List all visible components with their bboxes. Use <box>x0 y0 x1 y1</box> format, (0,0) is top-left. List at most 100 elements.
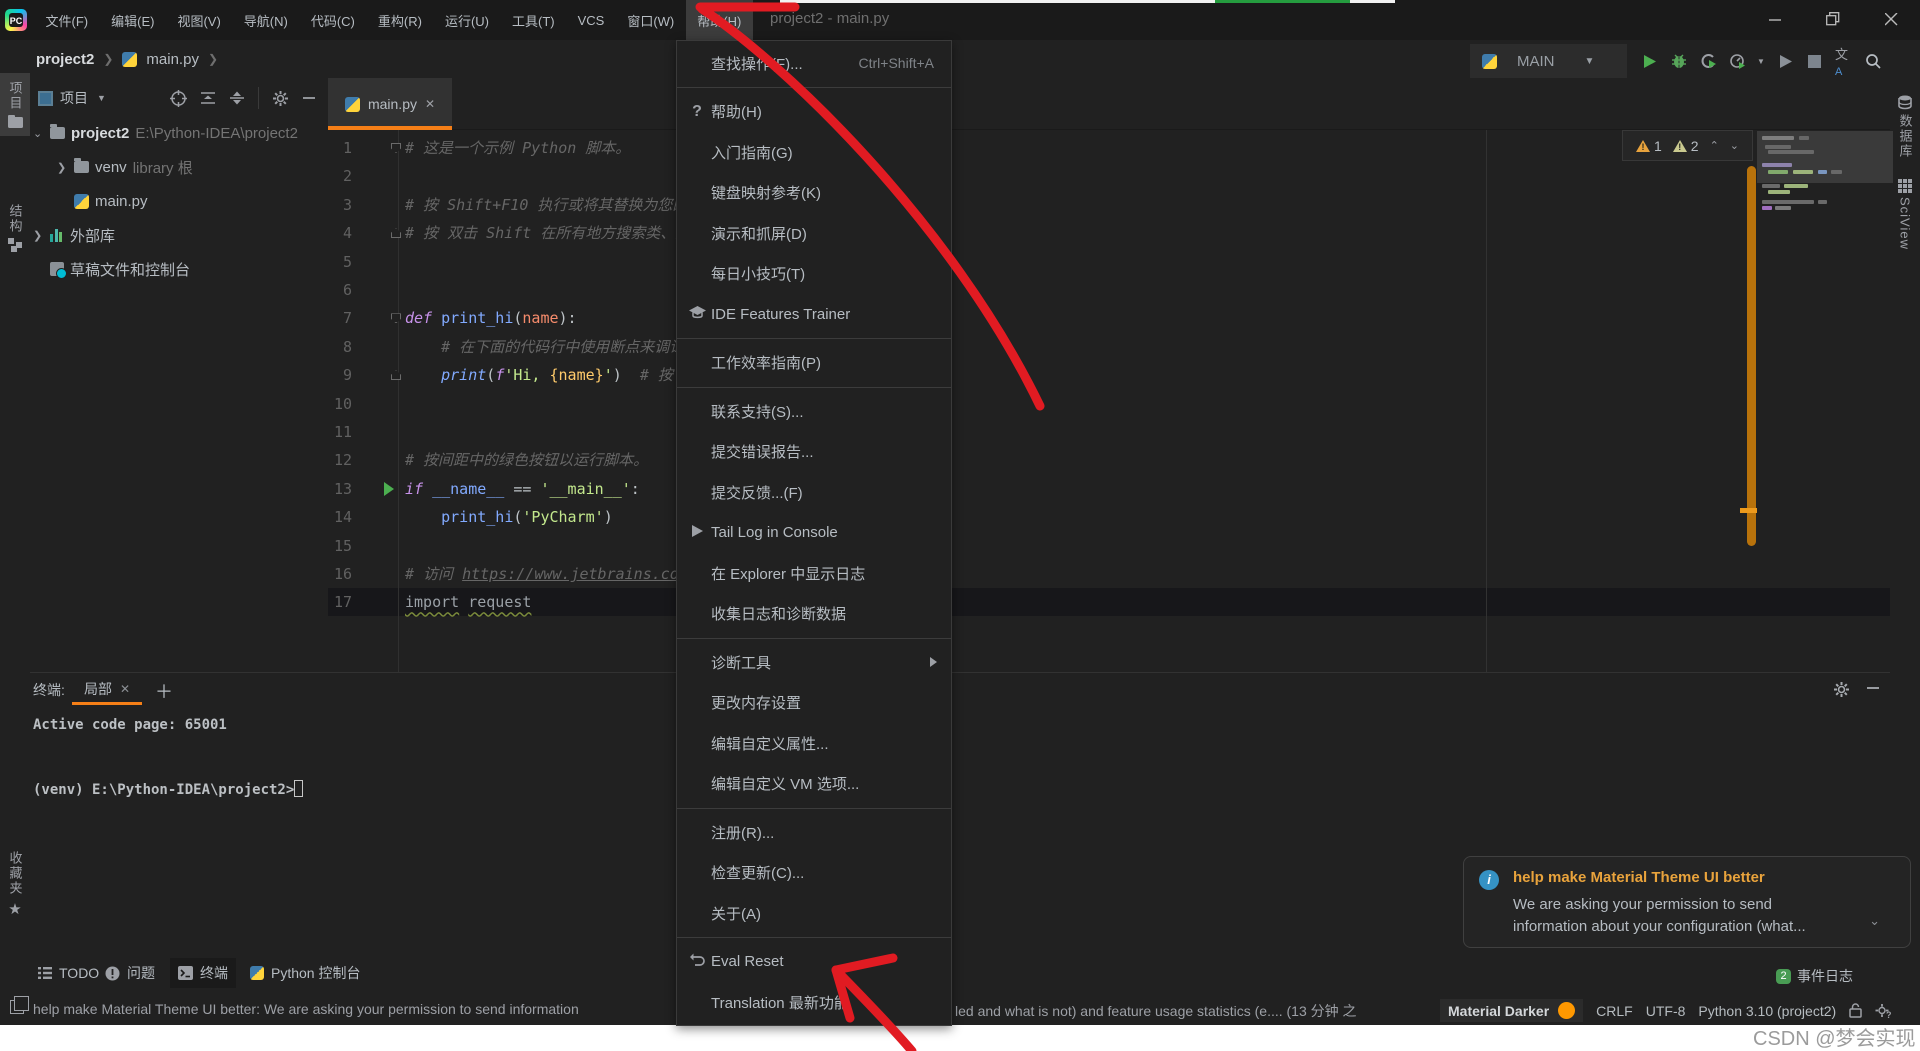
prev-problem-icon[interactable]: ⌃ <box>1710 139 1719 152</box>
code-line-8[interactable]: 8 # 在下面的代码行中使用断点来调试脚本。 <box>328 333 1873 361</box>
menu-5[interactable]: 代码(C) <box>299 0 366 40</box>
help-menu-item-更改内存设置[interactable]: 更改内存设置 <box>677 683 951 724</box>
code-line-7[interactable]: 7 def print_hi(name): <box>328 304 1873 332</box>
tab-close-icon[interactable]: ✕ <box>425 97 435 111</box>
select-opened-file-icon[interactable] <box>170 89 187 107</box>
code-line-14[interactable]: 14 print_hi('PyCharm') <box>328 503 1873 531</box>
menu-8[interactable]: 工具(T) <box>500 0 566 40</box>
lock-icon[interactable] <box>1849 1003 1862 1018</box>
expand-all-icon[interactable] <box>229 90 245 106</box>
help-menu-item-入门指南-G-[interactable]: 入门指南(G) <box>677 132 951 173</box>
menu-1[interactable]: 文件(F) <box>34 0 100 40</box>
help-menu-item-Tail-Log-in-Console[interactable]: Tail Log in Console <box>677 513 951 554</box>
translate-button[interactable]: 文A <box>1835 47 1852 78</box>
inspections-widget[interactable]: ! 1 ! 2 ⌃ ⌄ <box>1622 130 1753 161</box>
rerun-button[interactable] <box>1777 53 1794 70</box>
tool-window-button-sciview[interactable]: SciView <box>1890 167 1920 258</box>
search-everywhere-button[interactable] <box>1864 53 1881 70</box>
help-menu-item-联系支持-S-[interactable]: 联系支持(S)... <box>677 391 951 432</box>
tool-window-button-Python 控制台[interactable]: Python 控制台 <box>242 958 368 988</box>
help-menu-item-检查更新-C-[interactable]: 检查更新(C)... <box>677 853 951 894</box>
code-line-2[interactable]: 2 <box>328 162 1873 190</box>
help-menu-item-收集日志和诊断数据[interactable]: 收集日志和诊断数据 <box>677 594 951 635</box>
help-menu-item-在-Explorer-中显示日志[interactable]: 在 Explorer 中显示日志 <box>677 553 951 594</box>
help-menu-item-提交错误报告-[interactable]: 提交错误报告... <box>677 432 951 473</box>
hide-panel-icon[interactable] <box>302 91 316 105</box>
help-menu-item-Translation-最新功能[interactable]: Translation 最新功能 <box>677 982 951 1023</box>
tree-item-外部库[interactable]: ❯ 外部库 <box>33 220 115 250</box>
menu-3[interactable]: 视图(V) <box>166 0 232 40</box>
minimize-panel-icon[interactable] <box>1866 681 1880 695</box>
code-line-17[interactable]: 17 import request <box>328 588 1873 616</box>
code-line-3[interactable]: 3 # 按 Shift+F10 执行或将其替换为您的代码。 <box>328 191 1873 219</box>
expand-notification-icon[interactable]: ⌄ <box>1869 913 1880 929</box>
tool-window-button-TODO[interactable]: TODO <box>30 958 107 988</box>
notification-balloon[interactable]: i help make Material Theme UI better We … <box>1463 856 1911 948</box>
code-line-16[interactable]: 16 # 访问 https://www.jetbrains.com/help/py… <box>328 560 1873 588</box>
run-configuration-select[interactable]: MAIN ▼ <box>1470 44 1627 78</box>
line-ending-widget[interactable]: CRLF <box>1596 1003 1633 1019</box>
menu-7[interactable]: 运行(U) <box>433 0 500 40</box>
window-layout-icon[interactable] <box>10 996 29 1014</box>
help-menu-item-帮助-H-[interactable]: ? 帮助(H) <box>677 92 951 133</box>
menu-6[interactable]: 重构(R) <box>366 0 433 40</box>
settings-gear-icon[interactable] <box>272 90 289 107</box>
editor-tab-main-py[interactable]: main.py ✕ <box>328 78 452 130</box>
project-view-mode[interactable]: 项目 ▼ <box>38 88 106 108</box>
tree-item-草稿文件和控制台[interactable]: 草稿文件和控制台 <box>33 254 190 284</box>
tool-window-button-项目[interactable]: 项目 <box>0 73 30 136</box>
terminal-tab-local[interactable]: 局部 ✕ <box>72 673 143 705</box>
code-line-9[interactable]: 9 print(f'Hi, {name}') # 按 Ctrl+F8 切换断点。 <box>328 361 1873 389</box>
help-menu-item-IDE-Features-Trainer[interactable]: IDE Features Trainer <box>677 294 951 335</box>
profiler-dropdown[interactable]: ▼ <box>1757 53 1765 70</box>
menu-2[interactable]: 编辑(E) <box>100 0 166 40</box>
next-problem-icon[interactable]: ⌄ <box>1730 139 1739 152</box>
code-line-15[interactable]: 15 <box>328 532 1873 560</box>
code-line-10[interactable]: 10 <box>328 390 1873 418</box>
menu-10[interactable]: 窗口(W) <box>616 0 686 40</box>
code-line-11[interactable]: 11 <box>328 418 1873 446</box>
terminal-tab-close-icon[interactable]: ✕ <box>120 682 130 696</box>
collapse-all-icon[interactable] <box>200 90 216 106</box>
code-line-5[interactable]: 5 <box>328 248 1873 276</box>
tree-item-main.py[interactable]: main.py <box>57 186 148 216</box>
help-menu-item-键盘映射参考-K-[interactable]: 键盘映射参考(K) <box>677 173 951 214</box>
accent-color-dot[interactable] <box>1558 1002 1576 1019</box>
event-log-button[interactable]: 2 事件日志 <box>1776 966 1853 986</box>
breadcrumb-file[interactable]: main.py <box>146 51 199 68</box>
terminal-settings-gear-icon[interactable] <box>1833 681 1850 698</box>
new-terminal-icon[interactable]: ＋ <box>155 678 173 704</box>
interpreter-widget[interactable]: Python 3.10 (project2) <box>1698 1003 1836 1019</box>
code-line-6[interactable]: 6 <box>328 276 1873 304</box>
run-with-coverage-button[interactable] <box>1699 53 1716 70</box>
help-menu-item-查找操作-F-[interactable]: 查找操作(F)... Ctrl+Shift+A <box>677 43 951 84</box>
code-line-4[interactable]: 4 # 按 双击 Shift 在所有地方搜索类、文件、工具窗口、操作 <box>328 219 1873 247</box>
code-editor[interactable]: 1 # 这是一个示例 Python 脚本。 2 3 # 按 Shift+F10 执行或将… <box>328 130 1890 672</box>
tool-window-button-问题[interactable]: 问题 <box>97 958 163 988</box>
tool-window-button-终端[interactable]: 终端 <box>170 958 236 988</box>
help-menu-item-Eval-Reset[interactable]: Eval Reset <box>677 942 951 983</box>
tool-window-button-favorites[interactable]: 收藏夹 ★ <box>0 843 30 926</box>
terminal-output[interactable]: Active code page: 65001 (venv) E:\Python… <box>33 715 304 801</box>
close-button[interactable] <box>1862 0 1920 38</box>
encoding-widget[interactable]: UTF-8 <box>1646 1003 1686 1019</box>
breadcrumb-project[interactable]: project2 <box>36 51 94 68</box>
help-menu-item-演示和抓屏-D-[interactable]: 演示和抓屏(D) <box>677 213 951 254</box>
help-menu-item-每日小技巧-T-[interactable]: 每日小技巧(T) <box>677 254 951 295</box>
tool-window-button-database[interactable]: 数据库 <box>1890 73 1920 167</box>
tree-item-venv[interactable]: ❯ venv library 根 <box>57 152 193 182</box>
tree-item-project2[interactable]: ⌄ project2 E:\Python-IDEA\project2 <box>33 118 298 148</box>
restore-button[interactable] <box>1804 0 1862 38</box>
editor-scrollbar[interactable] <box>1747 166 1756 546</box>
help-menu-item-工作效率指南-P-[interactable]: 工作效率指南(P) <box>677 343 951 384</box>
debug-button[interactable] <box>1670 53 1687 70</box>
minimize-button[interactable] <box>1746 0 1804 38</box>
help-menu-item-编辑自定义-VM-选项-[interactable]: 编辑自定义 VM 选项... <box>677 764 951 805</box>
menu-4[interactable]: 导航(N) <box>232 0 299 40</box>
code-line-12[interactable]: 12 # 按间距中的绿色按钮以运行脚本。 <box>328 446 1873 474</box>
tool-window-button-结构[interactable]: 结构 <box>0 196 30 260</box>
help-menu-item-编辑自定义属性-[interactable]: 编辑自定义属性... <box>677 723 951 764</box>
menu-11[interactable]: 帮助(H) <box>685 0 753 40</box>
menu-9[interactable]: VCS <box>566 0 616 40</box>
help-menu-item-关于-A-[interactable]: 关于(A) <box>677 893 951 934</box>
